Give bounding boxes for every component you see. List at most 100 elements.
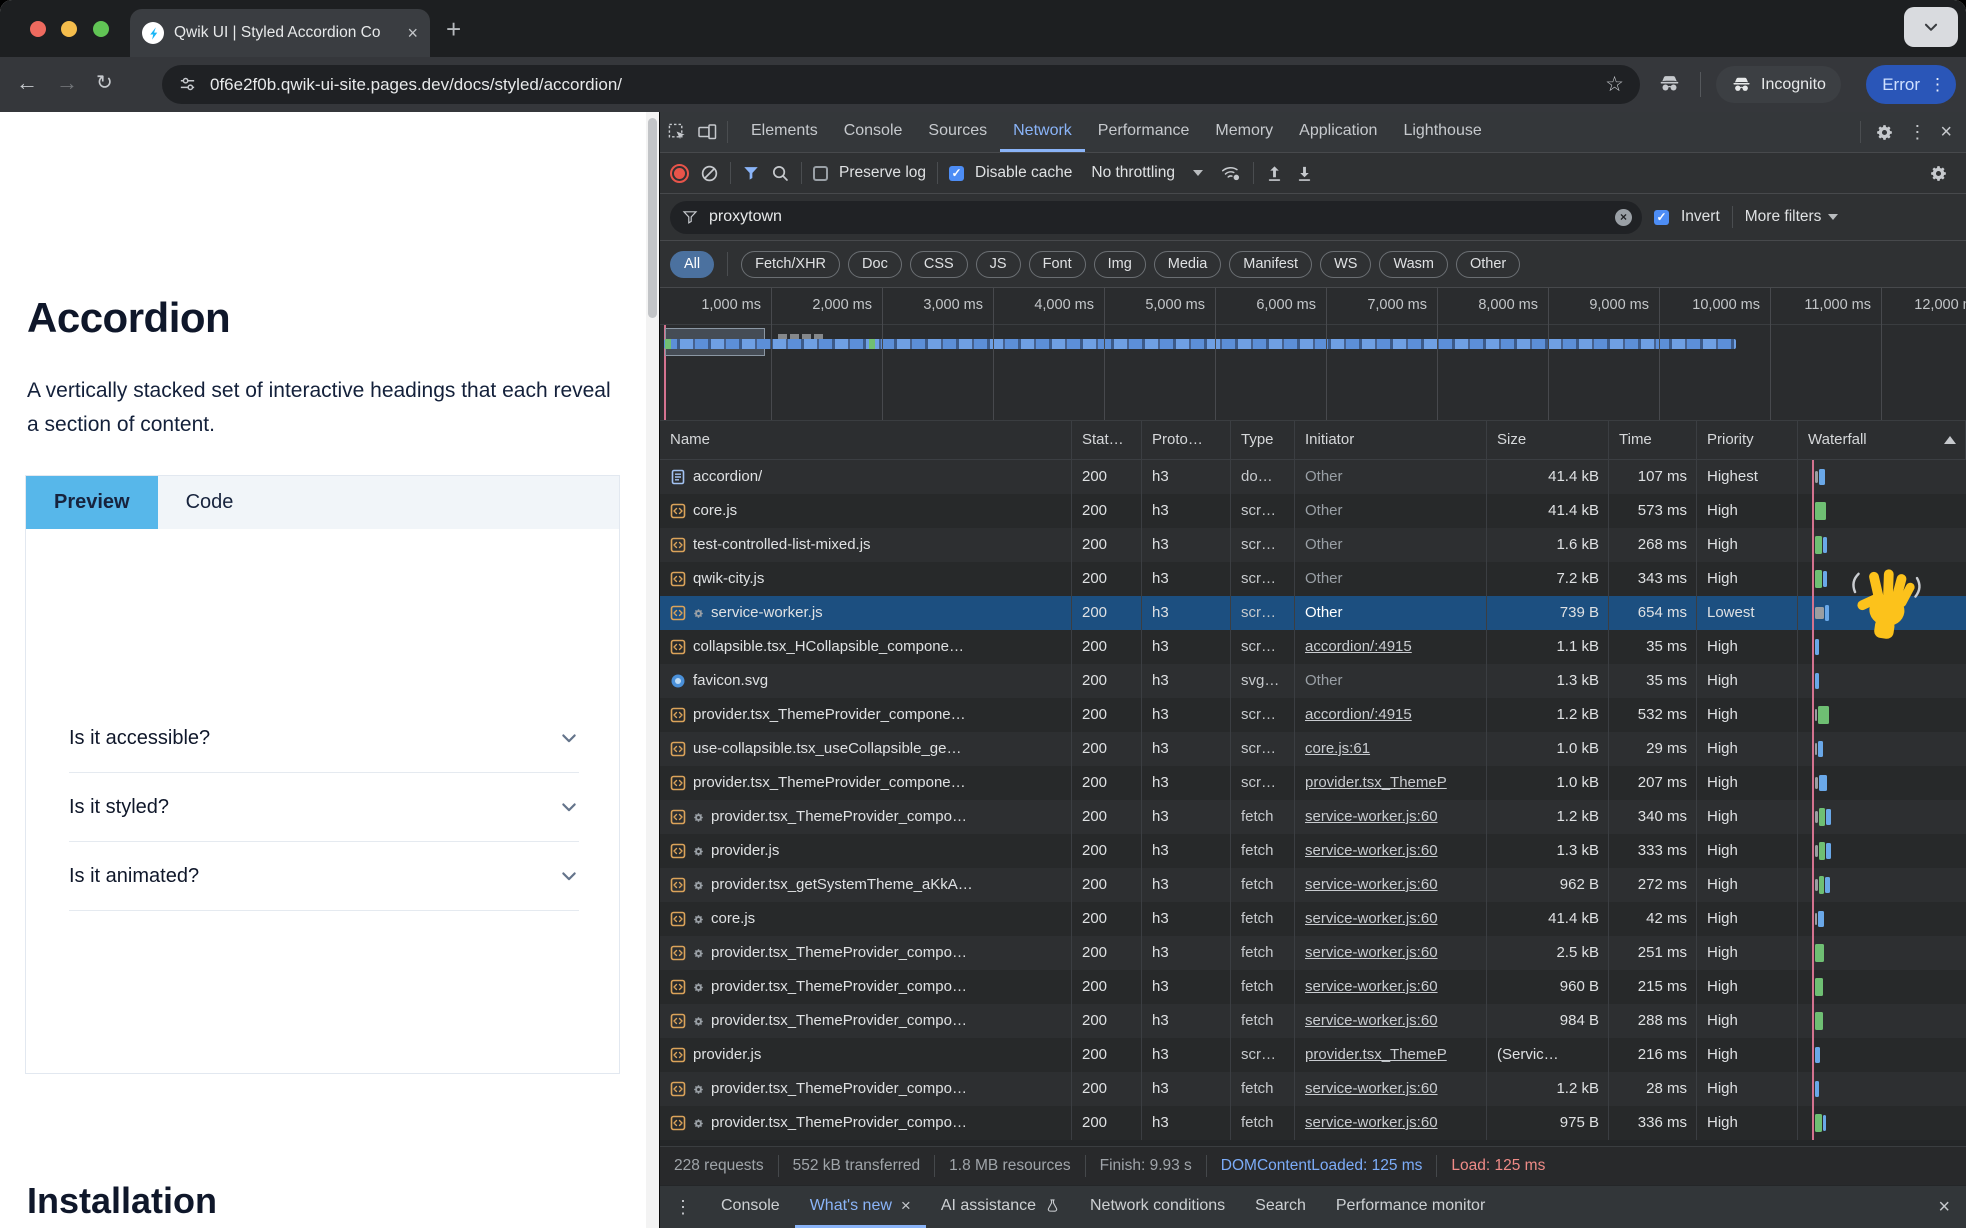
network-settings-gear-icon[interactable]	[1929, 164, 1956, 183]
devtools-tab-sources[interactable]: Sources	[915, 112, 1000, 152]
devtools-tab-lighthouse[interactable]: Lighthouse	[1390, 112, 1494, 152]
network-request-row[interactable]: provider.tsx_ThemeProvider_compo…200h3fe…	[660, 970, 1966, 1004]
close-tab-icon[interactable]: ×	[901, 1196, 911, 1216]
filter-chip-other[interactable]: Other	[1456, 251, 1520, 278]
disable-cache-checkbox[interactable]: ✓	[949, 166, 964, 181]
drawer-tab-search[interactable]: Search	[1240, 1186, 1321, 1228]
column-header-time[interactable]: Time	[1609, 421, 1697, 459]
more-filters-button[interactable]: More filters	[1745, 208, 1839, 226]
throttling-select[interactable]: No throttling	[1091, 164, 1175, 182]
network-conditions-icon[interactable]	[1220, 162, 1242, 184]
settings-gear-icon[interactable]	[1875, 123, 1894, 142]
initiator-link[interactable]: service-worker.js:60	[1305, 1080, 1438, 1097]
more-options-icon[interactable]: ⋮	[1908, 122, 1926, 143]
column-header-name[interactable]: Name	[660, 421, 1072, 459]
network-request-row[interactable]: provider.tsx_ThemeProvider_compo…200h3fe…	[660, 1106, 1966, 1140]
export-har-icon[interactable]	[1295, 164, 1314, 183]
filter-box[interactable]: ×	[670, 201, 1642, 234]
clear-filter-icon[interactable]: ×	[1615, 209, 1632, 226]
drawer-tab-network-conditions[interactable]: Network conditions	[1075, 1186, 1240, 1228]
drawer-tab-ai-assistance[interactable]: AI assistance	[926, 1186, 1075, 1228]
network-request-row[interactable]: provider.tsx_ThemeProvider_compo…200h3fe…	[660, 1072, 1966, 1106]
forward-button[interactable]: →	[56, 70, 78, 96]
network-request-row[interactable]: provider.js200h3fetchservice-worker.js:6…	[660, 834, 1966, 868]
column-header-waterfall[interactable]: Waterfall	[1798, 421, 1966, 459]
close-window-button[interactable]	[30, 21, 46, 37]
window-controls[interactable]	[30, 21, 120, 42]
initiator-link[interactable]: accordion/:4915	[1305, 638, 1412, 655]
network-request-row[interactable]: test-controlled-list-mixed.js200h3scr…Ot…	[660, 528, 1966, 562]
column-header-size[interactable]: Size	[1487, 421, 1609, 459]
omnibox[interactable]: 0f6e2f0b.qwik-ui-site.pages.dev/docs/sty…	[162, 65, 1640, 104]
page-scrollbar[interactable]	[646, 112, 659, 1228]
initiator-link[interactable]: provider.tsx_ThemeP	[1305, 774, 1447, 791]
devtools-tab-performance[interactable]: Performance	[1085, 112, 1203, 152]
network-request-row[interactable]: provider.tsx_getSystemTheme_aKkA…200h3fe…	[660, 868, 1966, 902]
network-request-row[interactable]: use-collapsible.tsx_useCollapsible_ge…20…	[660, 732, 1966, 766]
scrollbar-thumb[interactable]	[648, 118, 657, 318]
accordion-trigger-is-it-animated[interactable]: Is it animated?	[69, 842, 579, 911]
devtools-tab-elements[interactable]: Elements	[738, 112, 831, 152]
profile-button[interactable]: Error ⋮	[1866, 65, 1956, 104]
filter-chip-font[interactable]: Font	[1029, 251, 1086, 278]
import-har-icon[interactable]	[1265, 164, 1284, 183]
network-request-row[interactable]: provider.tsx_ThemeProvider_compone…200h3…	[660, 698, 1966, 732]
tab-code[interactable]: Code	[158, 476, 262, 529]
filter-chip-all[interactable]: All	[670, 251, 714, 278]
network-request-row[interactable]: provider.tsx_ThemeProvider_compone…200h3…	[660, 766, 1966, 800]
network-request-row[interactable]: provider.tsx_ThemeProvider_compo…200h3fe…	[660, 936, 1966, 970]
accordion-trigger-is-it-accessible[interactable]: Is it accessible?	[69, 704, 579, 773]
filter-chip-doc[interactable]: Doc	[848, 251, 902, 278]
network-request-row[interactable]: provider.tsx_ThemeProvider_compo…200h3fe…	[660, 800, 1966, 834]
initiator-link[interactable]: service-worker.js:60	[1305, 1012, 1438, 1029]
network-request-row[interactable]: core.js200h3scr…Other41.4 kB573 msHigh	[660, 494, 1966, 528]
filter-chip-fetch-xhr[interactable]: Fetch/XHR	[741, 251, 840, 278]
column-header-initiator[interactable]: Initiator	[1295, 421, 1487, 459]
clear-network-log-icon[interactable]	[700, 164, 719, 183]
zoom-window-button[interactable]	[93, 21, 109, 37]
filter-toggle-icon[interactable]	[742, 164, 760, 182]
new-tab-button[interactable]: +	[446, 14, 461, 45]
minimize-window-button[interactable]	[61, 21, 77, 37]
initiator-link[interactable]: service-worker.js:60	[1305, 808, 1438, 825]
network-overview-timeline[interactable]: 1,000 ms2,000 ms3,000 ms4,000 ms5,000 ms…	[660, 288, 1966, 421]
initiator-link[interactable]: service-worker.js:60	[1305, 842, 1438, 859]
device-toolbar-icon[interactable]	[697, 122, 717, 142]
site-settings-icon[interactable]	[178, 75, 197, 94]
tab-search-chevron-button[interactable]	[1904, 7, 1958, 47]
network-request-row[interactable]: favicon.svg200h3svg…Other1.3 kB35 msHigh	[660, 664, 1966, 698]
filter-chip-wasm[interactable]: Wasm	[1379, 251, 1448, 278]
initiator-link[interactable]: provider.tsx_ThemeP	[1305, 1046, 1447, 1063]
initiator-link[interactable]: service-worker.js:60	[1305, 876, 1438, 893]
filter-chip-css[interactable]: CSS	[910, 251, 968, 278]
network-request-row[interactable]: collapsible.tsx_HCollapsible_compone…200…	[660, 630, 1966, 664]
close-drawer-icon[interactable]: ×	[1938, 1196, 1966, 1219]
filter-chip-js[interactable]: JS	[976, 251, 1021, 278]
devtools-tab-memory[interactable]: Memory	[1202, 112, 1286, 152]
column-header-proto[interactable]: Proto…	[1142, 421, 1231, 459]
extension-icon[interactable]	[1658, 72, 1681, 95]
filter-chip-media[interactable]: Media	[1154, 251, 1222, 278]
browser-tab[interactable]: Qwik UI | Styled Accordion Co ×	[130, 9, 430, 57]
initiator-link[interactable]: core.js:61	[1305, 740, 1370, 757]
filter-chip-ws[interactable]: WS	[1320, 251, 1371, 278]
preserve-log-checkbox[interactable]	[813, 166, 828, 181]
url-text[interactable]: 0f6e2f0b.qwik-ui-site.pages.dev/docs/sty…	[210, 75, 1605, 95]
drawer-menu-icon[interactable]: ⋮	[660, 1197, 706, 1218]
drawer-tab-what-s-new[interactable]: What's new×	[795, 1186, 926, 1228]
column-header-type[interactable]: Type	[1231, 421, 1295, 459]
drawer-tab-console[interactable]: Console	[706, 1186, 795, 1228]
more-options-icon[interactable]: ⋮	[1929, 75, 1946, 95]
column-header-priority[interactable]: Priority	[1697, 421, 1798, 459]
bookmark-star-icon[interactable]: ☆	[1605, 72, 1624, 97]
record-network-log-button[interactable]	[670, 164, 689, 183]
network-request-row[interactable]: core.js200h3fetchservice-worker.js:6041.…	[660, 902, 1966, 936]
initiator-link[interactable]: service-worker.js:60	[1305, 978, 1438, 995]
initiator-link[interactable]: service-worker.js:60	[1305, 944, 1438, 961]
inspect-element-icon[interactable]	[668, 123, 687, 142]
initiator-link[interactable]: service-worker.js:60	[1305, 910, 1438, 927]
column-header-stat[interactable]: Stat…	[1072, 421, 1142, 459]
tab-close-icon[interactable]: ×	[407, 23, 418, 44]
drawer-tab-performance-monitor[interactable]: Performance monitor	[1321, 1186, 1500, 1228]
network-request-row[interactable]: provider.js200h3scr…provider.tsx_ThemeP(…	[660, 1038, 1966, 1072]
